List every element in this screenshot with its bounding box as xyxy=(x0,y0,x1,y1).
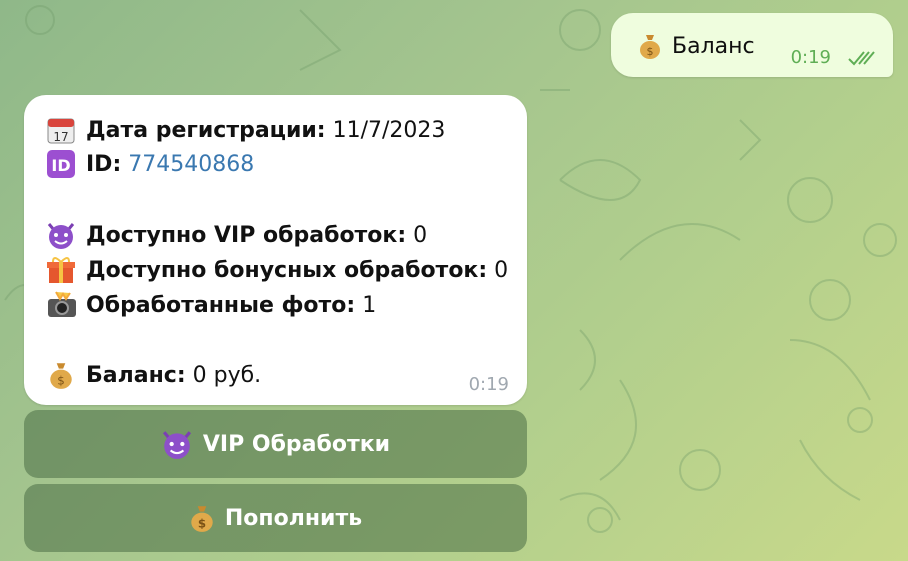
gift-icon xyxy=(47,257,75,283)
money-bag-icon: $ xyxy=(640,35,660,59)
registration-date-line: 17 Дата регистрации: 11/7/2023 xyxy=(46,114,445,146)
svg-text:$: $ xyxy=(198,517,206,531)
vip-processing-button-label: VIP Обработки xyxy=(202,431,391,457)
smiling-devil-icon xyxy=(162,431,191,459)
smiling-devil-icon xyxy=(47,223,75,249)
svg-text:$: $ xyxy=(647,45,654,58)
balance-line: $ Баланс: 0 руб. xyxy=(46,359,261,391)
incoming-message[interactable]: 17 Дата регистрации: 11/7/2023 ID ID: 77… xyxy=(24,95,527,405)
user-id-line: ID ID: 774540868 xyxy=(46,148,254,180)
svg-text:ID: ID xyxy=(51,156,70,175)
top-up-button[interactable]: $ Пополнить xyxy=(24,484,527,552)
processed-photos-line: Обработанные фото: 1 xyxy=(46,289,376,321)
message-time: 0:19 xyxy=(790,47,831,68)
vip-processing-button[interactable]: VIP Обработки xyxy=(24,410,527,478)
svg-text:17: 17 xyxy=(53,130,68,144)
money-bag-icon: $ xyxy=(50,363,72,389)
camera-flash-icon xyxy=(48,291,76,317)
top-up-button-label: Пополнить xyxy=(224,505,363,531)
svg-text:$: $ xyxy=(57,374,65,388)
id-badge-icon: ID xyxy=(47,150,75,178)
vip-available-line: Доступно VIP обработок: 0 xyxy=(46,219,427,251)
outgoing-message[interactable]: $ Баланс 0:19 xyxy=(611,13,893,77)
read-checkmarks-icon xyxy=(848,51,875,66)
bonus-available-line: Доступно бонусных обработок: 0 xyxy=(46,254,508,286)
money-bag-icon: $ xyxy=(191,506,213,532)
user-id-link[interactable]: 774540868 xyxy=(128,152,254,177)
calendar-icon: 17 xyxy=(47,118,75,144)
outgoing-message-text: Баланс xyxy=(672,33,755,59)
message-time: 0:19 xyxy=(468,374,509,395)
